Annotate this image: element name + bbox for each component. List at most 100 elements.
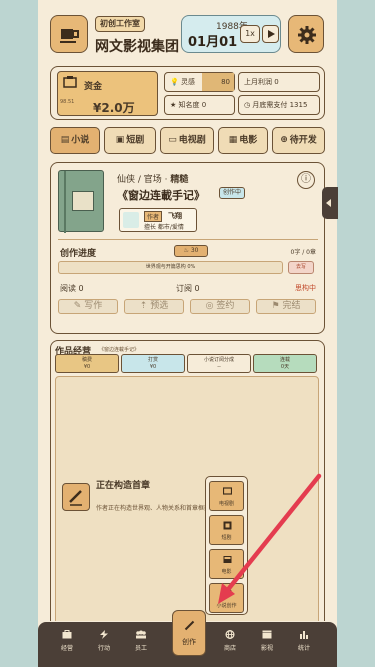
progress-title: 创作进度: [60, 249, 97, 259]
subscription-share-label: 小说订阅分成: [203, 357, 234, 363]
pen-icon: [223, 589, 232, 598]
info-icon: ⓘ: [301, 174, 311, 185]
book-cover[interactable]: [58, 170, 104, 233]
nav-item-film-tv[interactable]: 影视: [250, 630, 284, 652]
fund-label: 资金: [84, 82, 103, 92]
reads-value: 0: [78, 284, 84, 293]
menu-item-movie[interactable]: 电影: [209, 549, 244, 579]
avatar: [123, 212, 139, 228]
bar-chart-icon: [300, 631, 308, 639]
word-count: 0字 / 0章: [290, 249, 316, 256]
menu-item-novel-creation[interactable]: 小说创作: [209, 583, 244, 613]
month-end-payment-value: 1315: [289, 101, 308, 109]
novel-card: 仙侠 / 官场 · 精糙 《窗边连載手记》 创作中 作者 飞翔 擅长 都市/爱情…: [50, 162, 325, 334]
nav-item-shop-label: 商店: [223, 645, 236, 652]
book-spine: [64, 171, 66, 233]
book-icon: ▤: [60, 135, 70, 145]
background-left: [0, 0, 38, 667]
nav-item-create-label: 创作: [182, 638, 196, 646]
speed-button[interactable]: 1x: [240, 25, 260, 43]
lightning-icon: [100, 630, 108, 639]
author-card[interactable]: 作者 飞翔 擅长 都市/爱情: [119, 208, 197, 232]
edit-icon: [69, 490, 82, 506]
novel-title: 《窗边连載手记》: [117, 189, 205, 202]
pen-icon: [184, 620, 195, 631]
info-button[interactable]: ⓘ: [297, 171, 315, 189]
heat-badge: ♨ 30: [174, 245, 208, 257]
author-genres: 擅长 都市/爱情: [144, 224, 184, 231]
progress-go-button[interactable]: 去写: [288, 261, 314, 274]
novel-quality: 精糙: [170, 175, 189, 185]
serialization-label: 连载: [279, 357, 290, 363]
briefcase-icon: [62, 630, 72, 639]
nav-item-business-label: 经营: [60, 645, 73, 652]
finish-label: 完结: [282, 301, 301, 311]
nav-item-business[interactable]: 经营: [50, 630, 84, 652]
arrow-up-icon: ⇡: [139, 301, 151, 311]
app-screen: 初创工作室 网文影视集团 1988年 01月01 1x 资金 98.51 ¥2.…: [38, 0, 337, 667]
nav-item-action[interactable]: 行动: [87, 630, 121, 652]
writing-progress: 创作进度 ♨ 30 0字 / 0章 世界观与开篇思构 0% 去写 阅读 0 订阅…: [58, 239, 318, 329]
preselect-button[interactable]: ⇡ 预选: [124, 299, 184, 314]
menu-item-movie-label: 电影: [221, 569, 232, 575]
inspiration-value: 80: [202, 73, 234, 91]
menu-item-short-drama[interactable]: 短剧: [209, 515, 244, 545]
tab-tv-drama[interactable]: ▭ 电视剧: [160, 127, 214, 154]
nav-item-create[interactable]: 创作: [172, 610, 206, 656]
settings-button[interactable]: [288, 15, 324, 53]
nav-item-staff[interactable]: 员工: [124, 630, 158, 652]
tab-short-drama[interactable]: ▣ 短剧: [104, 127, 156, 154]
operations-subtitle: 《窗边连載手记》: [99, 347, 140, 353]
tab-novel[interactable]: ▤ 小说: [50, 127, 100, 154]
nav-item-statistics[interactable]: 统计: [287, 630, 321, 652]
serialization-value: 0天: [280, 364, 290, 370]
bulb-icon: ◎: [205, 301, 217, 311]
flag-icon: ⚑: [271, 301, 283, 311]
last-month-profit-value: 0: [274, 78, 279, 86]
tab-tv-drama-label: 电视剧: [178, 135, 206, 146]
film-icon: [223, 556, 232, 563]
menu-item-novel-creation-label: 小说创作: [216, 603, 237, 609]
month-end-payment-label: 月底需支付: [252, 101, 288, 109]
menu-item-tv-drama-label: 电视剧: [218, 501, 234, 507]
pen-icon: ✎: [73, 301, 85, 311]
tips-label: 打赏: [147, 357, 158, 363]
last-month-profit-stat: 上月利润 0: [238, 72, 320, 92]
status-badge: 创作中: [219, 187, 246, 199]
company-name: 网文影视集团: [95, 39, 179, 55]
menu-item-tv-drama[interactable]: 电视剧: [209, 481, 244, 511]
nav-item-shop[interactable]: 商店: [213, 630, 247, 652]
clock-icon: ◷: [244, 101, 251, 109]
write-button[interactable]: ✎ 写作: [58, 299, 118, 314]
tips-value: ¥0: [149, 364, 157, 370]
subs-value: 0: [194, 284, 200, 293]
coffee-cup-icon: [60, 29, 79, 43]
finish-button[interactable]: ⚑ 完结: [256, 299, 316, 314]
create-popup-menu: 电视剧 短剧 电影 小说创作: [205, 476, 248, 615]
tab-movie[interactable]: ▦ 电影: [218, 127, 268, 154]
progress-bar: 世界观与开篇思构 0%: [58, 261, 283, 274]
sign-button[interactable]: ◎ 签约: [190, 299, 250, 314]
royalty-value: ¥0: [83, 364, 91, 370]
subscription-share-box: 小说订阅分成 --: [187, 354, 251, 373]
side-drawer-toggle[interactable]: [322, 187, 338, 219]
gamepad-icon: ⊕: [280, 135, 288, 145]
fire-icon: ♨: [183, 247, 191, 254]
fund-sub-value: 98.51: [60, 99, 75, 105]
fame-label: 知名度: [178, 101, 200, 109]
reads-stat: 阅读 0: [60, 283, 84, 294]
clapper-icon: [262, 630, 272, 639]
date-panel: 1988年 01月01 1x: [181, 15, 281, 53]
tab-pending[interactable]: ⊕ 待开发: [272, 127, 325, 154]
build-status-icon: [62, 483, 90, 511]
progress-bar-text: 世界观与开篇思构 0%: [145, 264, 196, 270]
company-logo[interactable]: [50, 15, 88, 53]
fame-icon: ★: [170, 101, 177, 109]
film-icon: ▦: [228, 135, 238, 145]
author-badge: 作者: [144, 211, 163, 222]
play-icon[interactable]: [262, 25, 279, 43]
tv-icon: [223, 487, 232, 495]
menu-item-short-drama-label: 短剧: [221, 535, 232, 541]
subscriptions-stat: 订阅 0: [176, 283, 200, 294]
build-status-title: 正在构造首章: [96, 481, 151, 491]
